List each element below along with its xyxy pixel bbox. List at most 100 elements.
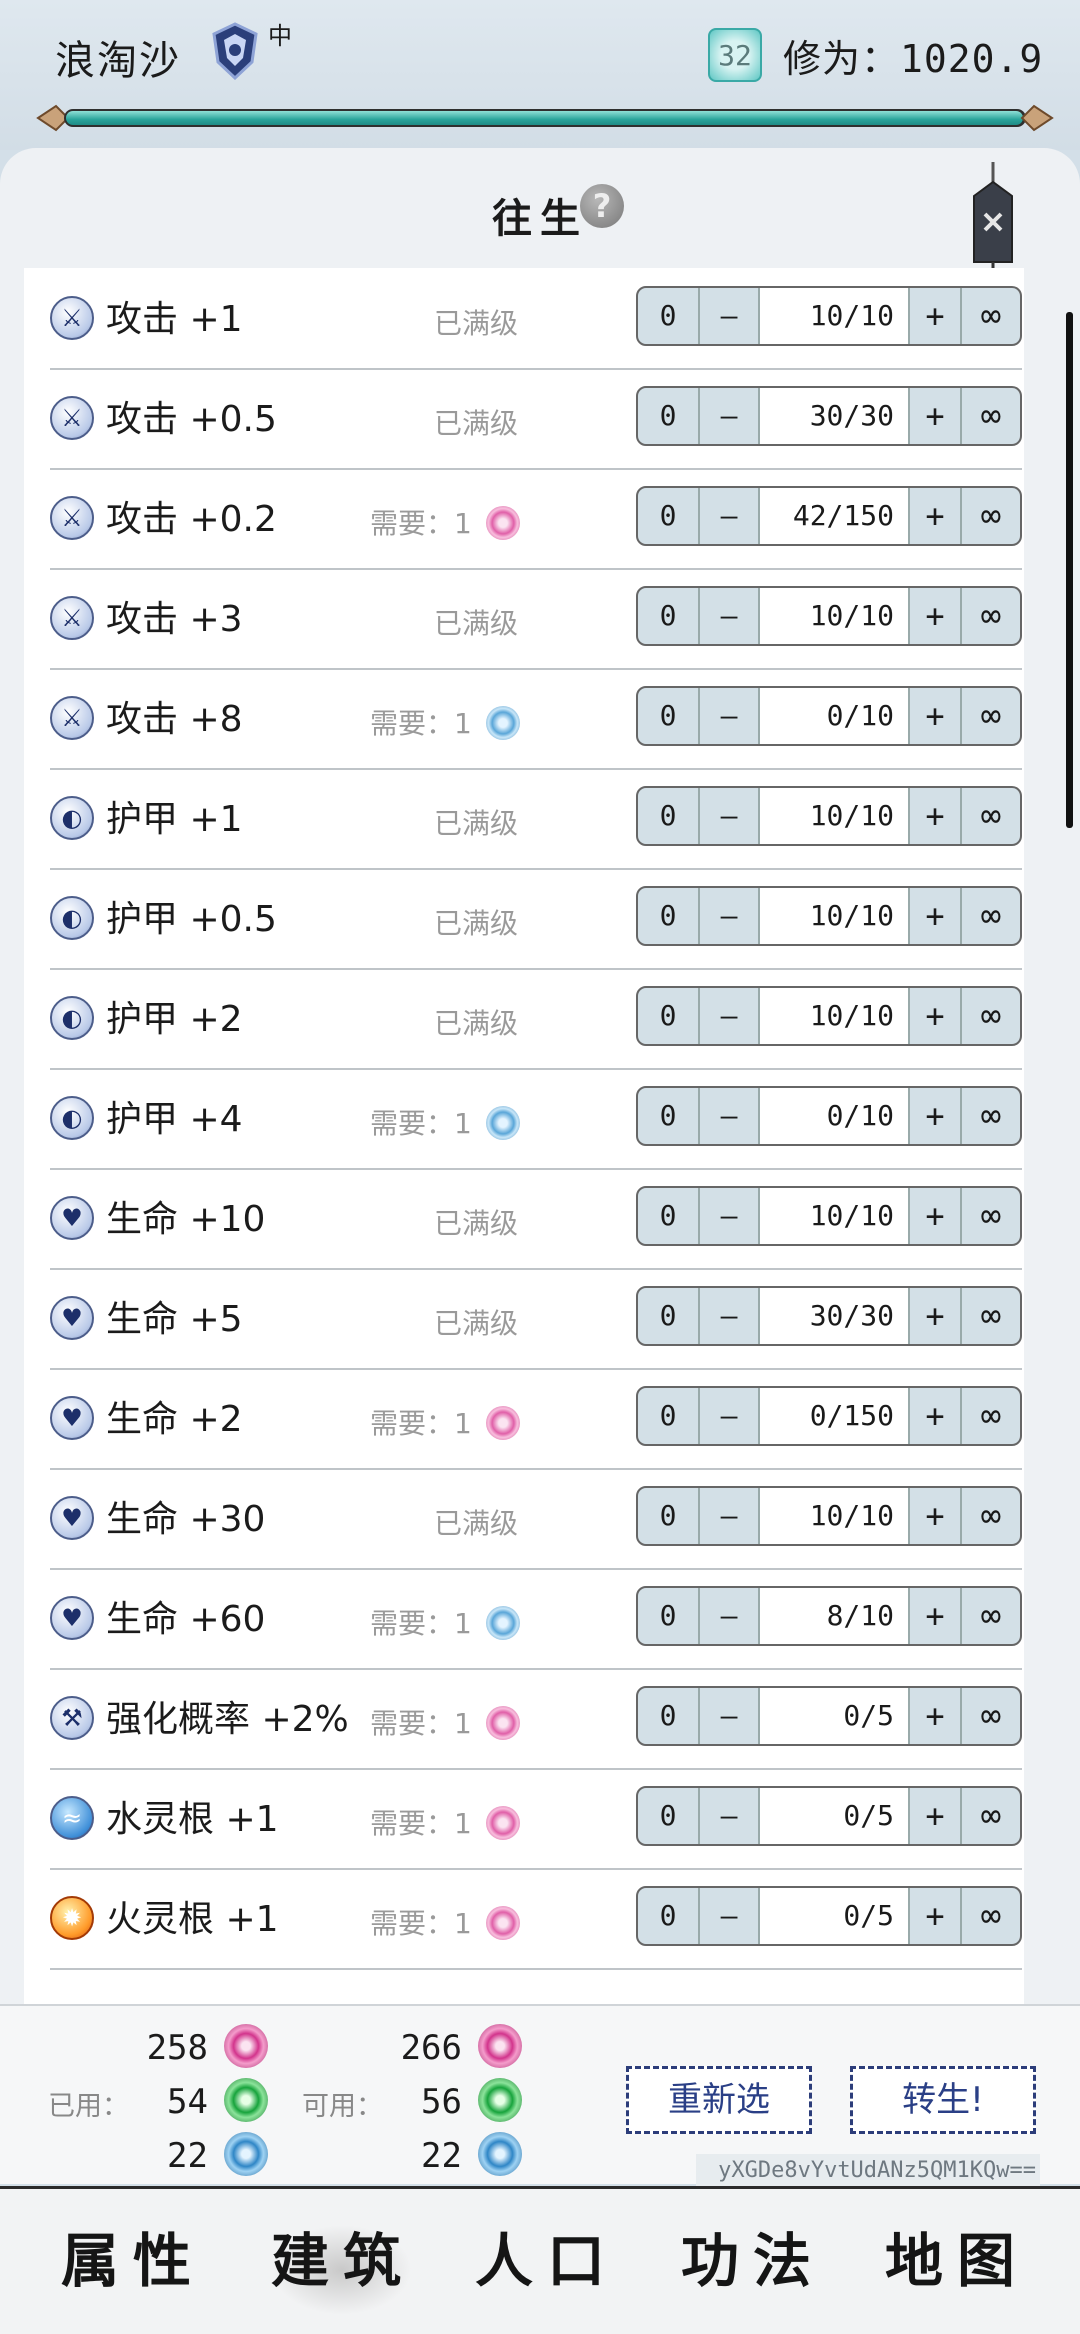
increment-button[interactable]: + <box>908 488 960 544</box>
blue-orb-icon <box>485 1606 520 1640</box>
nav-techniques[interactable]: 功法 <box>658 2189 848 2334</box>
decrement-button[interactable]: – <box>700 388 760 444</box>
set-max-button[interactable]: ∞ <box>960 888 1020 944</box>
shield-icon: ◐ <box>50 796 94 840</box>
help-icon[interactable]: ? <box>580 184 624 228</box>
level-value: 10/10 <box>760 588 908 644</box>
upgrade-row: ⚔ 攻击 +0.2 需要：1 0 – 42/150 + ∞ <box>50 468 1022 570</box>
set-max-button[interactable]: ∞ <box>960 1488 1020 1544</box>
set-max-button[interactable]: ∞ <box>960 1188 1020 1244</box>
upgrade-list[interactable]: ⚔ 攻击 +1 已满级 0 – 10/10 + ∞ ⚔ 攻击 +0.5 已满级 … <box>24 268 1024 2008</box>
available-blue-value: 22 <box>421 2136 462 2176</box>
max-level-status: 已满级 <box>434 607 519 640</box>
attack-icon: ⚔ <box>50 696 94 740</box>
set-min-button[interactable]: 0 <box>638 988 700 1044</box>
increment-button[interactable]: + <box>908 1888 960 1944</box>
heart-icon: ♥ <box>50 1296 94 1340</box>
decrement-button[interactable]: – <box>700 1388 760 1444</box>
requirement-text: 需要：1 <box>370 1107 472 1140</box>
nav-buildings[interactable]: 建筑 <box>248 2189 438 2334</box>
increment-button[interactable]: + <box>908 588 960 644</box>
set-max-button[interactable]: ∞ <box>960 788 1020 844</box>
level-value: 30/30 <box>760 1288 908 1344</box>
nav-population[interactable]: 人口 <box>452 2189 642 2334</box>
increment-button[interactable]: + <box>908 388 960 444</box>
set-min-button[interactable]: 0 <box>638 388 700 444</box>
decrement-button[interactable]: – <box>700 1488 760 1544</box>
set-min-button[interactable]: 0 <box>638 1088 700 1144</box>
set-max-button[interactable]: ∞ <box>960 1088 1020 1144</box>
nav-map[interactable]: 地图 <box>862 2189 1052 2334</box>
decrement-button[interactable]: – <box>700 488 760 544</box>
decrement-button[interactable]: – <box>700 1188 760 1244</box>
scrollbar[interactable] <box>1066 312 1073 828</box>
close-icon[interactable] <box>968 162 1018 282</box>
blue-orb-icon <box>224 2132 268 2176</box>
set-min-button[interactable]: 0 <box>638 888 700 944</box>
set-min-button[interactable]: 0 <box>638 1788 700 1844</box>
increment-button[interactable]: + <box>908 788 960 844</box>
decrement-button[interactable]: – <box>700 1588 760 1644</box>
reincarnate-button[interactable]: 转生! <box>850 2066 1036 2134</box>
increment-button[interactable]: + <box>908 1688 960 1744</box>
upgrade-label: 护甲 +0.5 <box>106 899 277 940</box>
set-max-button[interactable]: ∞ <box>960 1288 1020 1344</box>
set-min-button[interactable]: 0 <box>638 688 700 744</box>
set-max-button[interactable]: ∞ <box>960 1588 1020 1644</box>
upgrade-row: ♥ 生命 +60 需要：1 0 – 8/10 + ∞ <box>50 1568 1022 1670</box>
increment-button[interactable]: + <box>908 288 960 344</box>
upgrade-row: ♥ 生命 +30 已满级 0 – 10/10 + ∞ <box>50 1468 1022 1570</box>
decrement-button[interactable]: – <box>700 288 760 344</box>
decrement-button[interactable]: – <box>700 1288 760 1344</box>
set-max-button[interactable]: ∞ <box>960 988 1020 1044</box>
decrement-button[interactable]: – <box>700 988 760 1044</box>
set-max-button[interactable]: ∞ <box>960 588 1020 644</box>
set-min-button[interactable]: 0 <box>638 1888 700 1944</box>
set-min-button[interactable]: 0 <box>638 588 700 644</box>
set-min-button[interactable]: 0 <box>638 1188 700 1244</box>
requirement: 需要：1 <box>370 1802 520 1842</box>
set-max-button[interactable]: ∞ <box>960 288 1020 344</box>
increment-button[interactable]: + <box>908 1488 960 1544</box>
increment-button[interactable]: + <box>908 1088 960 1144</box>
set-min-button[interactable]: 0 <box>638 1488 700 1544</box>
level-stepper: 0 – 10/10 + ∞ <box>636 886 1022 946</box>
set-min-button[interactable]: 0 <box>638 1288 700 1344</box>
set-min-button[interactable]: 0 <box>638 788 700 844</box>
used-pink-value: 258 <box>146 2028 208 2068</box>
increment-button[interactable]: + <box>908 1588 960 1644</box>
increment-button[interactable]: + <box>908 988 960 1044</box>
set-max-button[interactable]: ∞ <box>960 1788 1020 1844</box>
increment-button[interactable]: + <box>908 888 960 944</box>
decrement-button[interactable]: – <box>700 1688 760 1744</box>
decrement-button[interactable]: – <box>700 788 760 844</box>
set-max-button[interactable]: ∞ <box>960 488 1020 544</box>
set-min-button[interactable]: 0 <box>638 1588 700 1644</box>
set-max-button[interactable]: ∞ <box>960 1888 1020 1944</box>
increment-button[interactable]: + <box>908 1788 960 1844</box>
increment-button[interactable]: + <box>908 1388 960 1444</box>
set-max-button[interactable]: ∞ <box>960 1688 1020 1744</box>
increment-button[interactable]: + <box>908 1288 960 1344</box>
decrement-button[interactable]: – <box>700 688 760 744</box>
set-max-button[interactable]: ∞ <box>960 1388 1020 1444</box>
rank-emblem-icon <box>212 22 258 80</box>
decrement-button[interactable]: – <box>700 888 760 944</box>
set-max-button[interactable]: ∞ <box>960 688 1020 744</box>
set-min-button[interactable]: 0 <box>638 488 700 544</box>
decrement-button[interactable]: – <box>700 1788 760 1844</box>
level-stepper: 0 – 0/5 + ∞ <box>636 1686 1022 1746</box>
reselect-button[interactable]: 重新选 <box>626 2066 812 2134</box>
decrement-button[interactable]: – <box>700 588 760 644</box>
blue-orb-icon <box>485 1106 520 1140</box>
set-min-button[interactable]: 0 <box>638 1688 700 1744</box>
increment-button[interactable]: + <box>908 1188 960 1244</box>
set-min-button[interactable]: 0 <box>638 1388 700 1444</box>
nav-attributes[interactable]: 属性 <box>38 2189 228 2334</box>
decrement-button[interactable]: – <box>700 1088 760 1144</box>
set-min-button[interactable]: 0 <box>638 288 700 344</box>
decrement-button[interactable]: – <box>700 1888 760 1944</box>
set-max-button[interactable]: ∞ <box>960 388 1020 444</box>
increment-button[interactable]: + <box>908 688 960 744</box>
max-level-status: 已满级 <box>434 907 519 940</box>
